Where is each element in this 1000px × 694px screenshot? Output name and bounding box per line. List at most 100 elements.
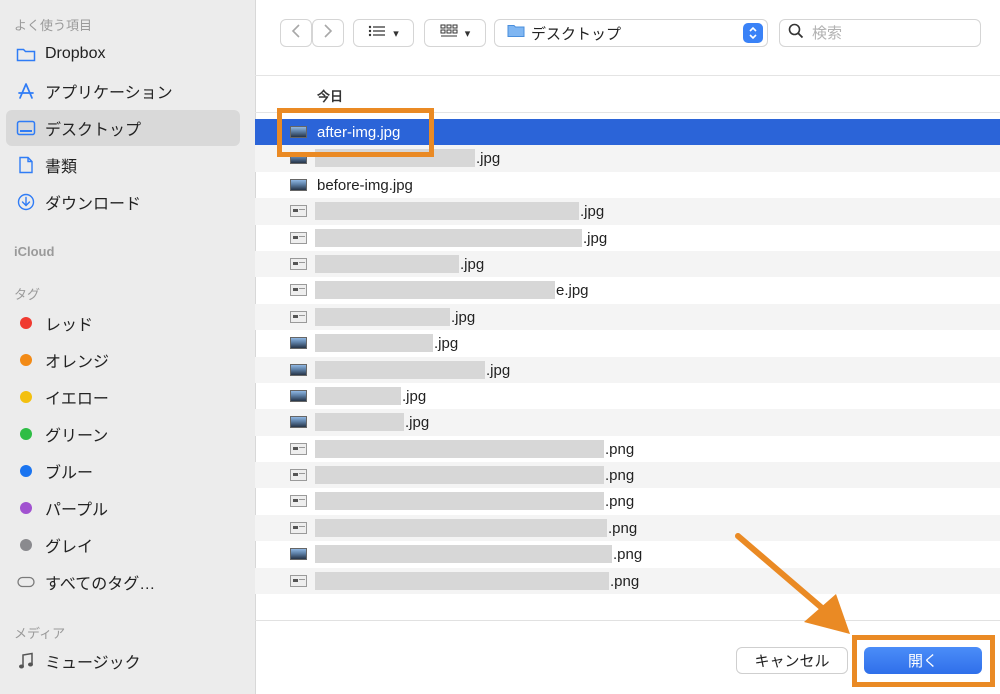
redacted-filename (315, 386, 401, 405)
desktop-icon (13, 120, 39, 136)
all-tags-icon (13, 576, 39, 588)
file-row[interactable]: .jpg (255, 303, 1000, 331)
sidebar-item-label: すべてのタグ… (45, 576, 156, 593)
sidebar-item-label: 書類 (45, 159, 78, 176)
chevron-down-icon: ▾ (464, 27, 471, 40)
redacted-filename (315, 571, 609, 590)
sidebar-item-dropbox[interactable]: Dropbox (6, 36, 240, 72)
image-thumbnail-icon (290, 310, 307, 323)
back-button[interactable] (280, 19, 312, 47)
file-row[interactable]: .jpg (255, 330, 1000, 356)
download-icon (13, 193, 39, 211)
sidebar-item-documents[interactable]: 書類 (6, 147, 240, 183)
image-thumbnail-icon (290, 442, 307, 455)
file-name: .jpg (580, 203, 605, 221)
file-row[interactable]: e.jpg (255, 277, 1000, 303)
image-thumbnail-icon (290, 257, 307, 270)
redacted-filename (315, 413, 404, 432)
search-field[interactable] (779, 19, 981, 47)
grid-icon (440, 24, 458, 43)
tags-section-title: タグ (14, 287, 41, 302)
sidebar-item-tag-gray[interactable]: グレイ (6, 527, 240, 563)
file-list: after-img.jpg .jpg before-img.jpg .jpg .… (255, 119, 1000, 595)
redacted-filename (315, 518, 607, 537)
file-name: .jpg (402, 387, 427, 405)
image-thumbnail-icon (290, 495, 307, 508)
file-row[interactable]: .png (255, 541, 1000, 567)
cancel-button[interactable]: キャンセル (736, 647, 848, 674)
applications-icon (13, 82, 39, 100)
list-icon (368, 24, 386, 42)
file-row[interactable]: .jpg (255, 409, 1000, 436)
location-popup[interactable]: デスクトップ (494, 19, 768, 47)
file-row[interactable]: .jpg (255, 250, 1000, 278)
file-row[interactable]: .jpg (255, 383, 1000, 409)
image-thumbnail-icon (290, 548, 307, 561)
sidebar-item-label: デスクトップ (45, 122, 142, 139)
file-row[interactable]: .png (255, 488, 1000, 514)
redacted-filename (315, 334, 433, 353)
file-name: .jpg (405, 414, 430, 432)
sidebar-item-label: オレンジ (45, 354, 110, 371)
sidebar-item-applications[interactable]: アプリケーション (6, 73, 240, 109)
sidebar-item-desktop[interactable]: デスクトップ (6, 110, 240, 146)
file-row[interactable]: .jpg (255, 198, 1000, 225)
sidebar-item-tag-orange[interactable]: オレンジ (6, 342, 240, 378)
sidebar-item-label: アプリケーション (45, 85, 173, 102)
sidebar-item-tag-blue[interactable]: ブルー (6, 453, 240, 489)
file-name: .png (605, 440, 635, 458)
sidebar: よく使う項目 Dropbox アプリケーション デスクトップ 書類 ダウンロード… (0, 0, 256, 694)
annotation-arrow-icon (735, 533, 850, 634)
redacted-filename (315, 466, 604, 485)
file-row[interactable]: .jpg (255, 356, 1000, 383)
music-icon (13, 652, 39, 670)
file-row[interactable]: .jpg (255, 225, 1000, 251)
image-thumbnail-icon (290, 205, 307, 218)
search-icon (788, 23, 804, 44)
toolbar-divider (255, 75, 1000, 76)
sidebar-item-downloads[interactable]: ダウンロード (6, 184, 240, 220)
file-row[interactable]: .png (255, 462, 1000, 489)
icloud-section-title[interactable]: iCloud (14, 244, 54, 259)
image-thumbnail-icon (290, 363, 307, 376)
file-name: .jpg (486, 361, 511, 379)
sidebar-item-all-tags[interactable]: すべてのタグ… (6, 564, 240, 600)
file-name: .jpg (460, 255, 485, 273)
file-row[interactable]: before-img.jpg (255, 172, 1000, 198)
file-row[interactable]: after-img.jpg (255, 119, 1000, 146)
redacted-filename (315, 307, 450, 326)
sidebar-item-label: グレイ (45, 539, 94, 556)
sidebar-item-tag-purple[interactable]: パープル (6, 490, 240, 526)
redacted-filename (315, 228, 582, 247)
sidebar-item-tag-yellow[interactable]: イエロー (6, 379, 240, 415)
grid-view-button[interactable]: ▾ (424, 19, 486, 47)
footer-divider (255, 620, 1000, 621)
file-row[interactable]: .png (255, 436, 1000, 462)
forward-button[interactable] (312, 19, 344, 47)
sidebar-item-music[interactable]: ミュージック (6, 643, 240, 679)
search-input[interactable] (810, 23, 964, 43)
redacted-filename (315, 545, 612, 564)
redacted-filename (315, 439, 604, 458)
sidebar-item-tag-red[interactable]: レッド (6, 305, 240, 341)
file-row[interactable]: .jpg (255, 145, 1000, 172)
redacted-filename (315, 202, 579, 221)
file-name: before-img.jpg (317, 176, 413, 194)
image-thumbnail-icon (290, 416, 307, 429)
open-button[interactable]: 開く (864, 647, 982, 674)
red-tag-icon (13, 317, 39, 329)
document-icon (13, 156, 39, 174)
file-row[interactable]: .png (255, 567, 1000, 595)
list-view-button[interactable]: ▾ (353, 19, 414, 47)
file-row[interactable]: .png (255, 514, 1000, 542)
image-thumbnail-icon (290, 231, 307, 244)
image-thumbnail-icon (290, 521, 307, 534)
yellow-tag-icon (13, 391, 39, 403)
file-name: after-img.jpg (317, 124, 401, 141)
sidebar-item-tag-green[interactable]: グリーン (6, 416, 240, 452)
redacted-filename (315, 360, 485, 379)
image-thumbnail-icon (290, 389, 307, 402)
image-thumbnail-icon (290, 469, 307, 482)
chevron-down-icon: ▾ (393, 27, 399, 40)
file-name: .png (605, 493, 635, 511)
